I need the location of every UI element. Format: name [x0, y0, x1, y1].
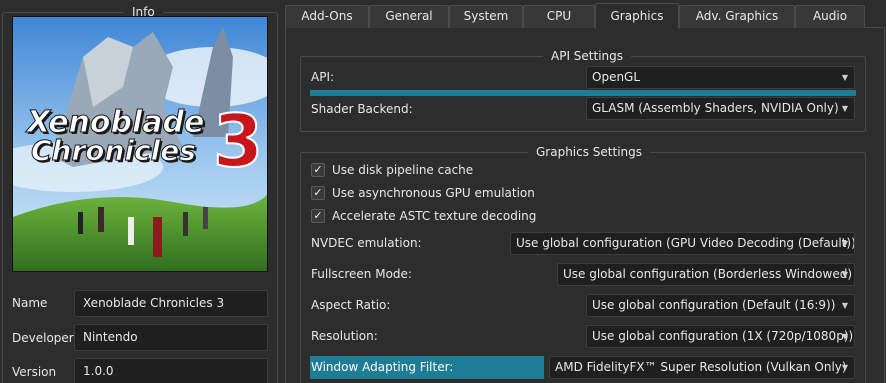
checkmark-icon[interactable]: ✓ — [311, 163, 325, 177]
chevron-down-icon: ▼ — [841, 73, 848, 82]
aspect-ratio-label: Aspect Ratio: — [311, 298, 391, 312]
astc-decoding-label: Accelerate ASTC texture decoding — [332, 209, 537, 223]
version-field[interactable]: 1.0.0 — [74, 358, 268, 383]
aspect-ratio-combobox[interactable]: Use global configuration (Default (16:9)… — [586, 294, 855, 317]
window-filter-value: AMD FidelityFX™ Super Resolution (Vulkan… — [555, 360, 847, 374]
chevron-down-icon: ▼ — [841, 332, 848, 341]
fullscreen-mode-value: Use global configuration (Borderless Win… — [563, 267, 853, 281]
tab-adv-graphics[interactable]: Adv. Graphics — [679, 5, 795, 28]
tab-system[interactable]: System — [449, 5, 523, 28]
api-settings-title: API Settings — [543, 48, 632, 64]
tab-graphics[interactable]: Graphics — [595, 3, 679, 29]
cover-title-number: 3 — [212, 99, 264, 183]
api-label: API: — [311, 70, 335, 84]
checkmark-icon[interactable]: ✓ — [311, 186, 325, 200]
api-combobox-value: OpenGL — [592, 70, 641, 84]
window-filter-label: Window Adapting Filter: — [311, 360, 454, 374]
nvdec-combobox[interactable]: Use global configuration (GPU Video Deco… — [510, 232, 855, 255]
window-filter-combobox[interactable]: AMD FidelityFX™ Super Resolution (Vulkan… — [549, 356, 855, 379]
api-row-highlight — [310, 90, 856, 96]
api-combobox[interactable]: OpenGL ▼ — [586, 66, 855, 89]
chevron-down-icon: ▼ — [841, 104, 848, 113]
developer-label: Developer — [12, 331, 74, 345]
shader-backend-value: GLASM (Assembly Shaders, NVIDIA Only) — [592, 101, 839, 115]
tab-audio[interactable]: Audio — [795, 5, 865, 28]
developer-field[interactable]: Nintendo — [74, 324, 268, 351]
game-cover-image: Xenoblade Chronicles 3 — [12, 16, 268, 272]
resolution-combobox[interactable]: Use global configuration (1X (720p/1080p… — [586, 325, 855, 348]
nvdec-label: NVDEC emulation: — [311, 236, 422, 250]
checkmark-icon[interactable]: ✓ — [311, 209, 325, 223]
disk-pipeline-cache-label: Use disk pipeline cache — [332, 163, 474, 177]
fullscreen-mode-label: Fullscreen Mode: — [311, 267, 412, 281]
aspect-ratio-value: Use global configuration (Default (16:9)… — [592, 298, 836, 312]
resolution-value: Use global configuration (1X (720p/1080p… — [592, 329, 854, 343]
shader-backend-label: Shader Backend: — [311, 102, 413, 116]
chevron-down-icon: ▼ — [841, 301, 848, 310]
fullscreen-mode-combobox[interactable]: Use global configuration (Borderless Win… — [557, 263, 855, 286]
graphics-settings-title: Graphics Settings — [528, 144, 651, 160]
nvdec-value: Use global configuration (GPU Video Deco… — [516, 236, 855, 250]
tab-general[interactable]: General — [369, 5, 449, 28]
chevron-down-icon: ▼ — [841, 239, 848, 248]
tab-cpu[interactable]: CPU — [523, 5, 595, 28]
chevron-down-icon: ▼ — [841, 270, 848, 279]
cover-title-line1: Xenoblade — [26, 105, 205, 140]
name-label: Name — [12, 296, 48, 310]
version-label: Version — [12, 365, 57, 379]
tab-add-ons[interactable]: Add-Ons — [285, 5, 369, 28]
name-field[interactable]: Xenoblade Chronicles 3 — [74, 290, 268, 317]
cover-title-line2: Chronicles — [30, 134, 196, 167]
resolution-label: Resolution: — [311, 329, 378, 343]
chevron-down-icon: ▼ — [841, 363, 848, 372]
async-gpu-label: Use asynchronous GPU emulation — [332, 186, 535, 200]
shader-backend-combobox[interactable]: GLASM (Assembly Shaders, NVIDIA Only) ▼ — [586, 97, 855, 120]
